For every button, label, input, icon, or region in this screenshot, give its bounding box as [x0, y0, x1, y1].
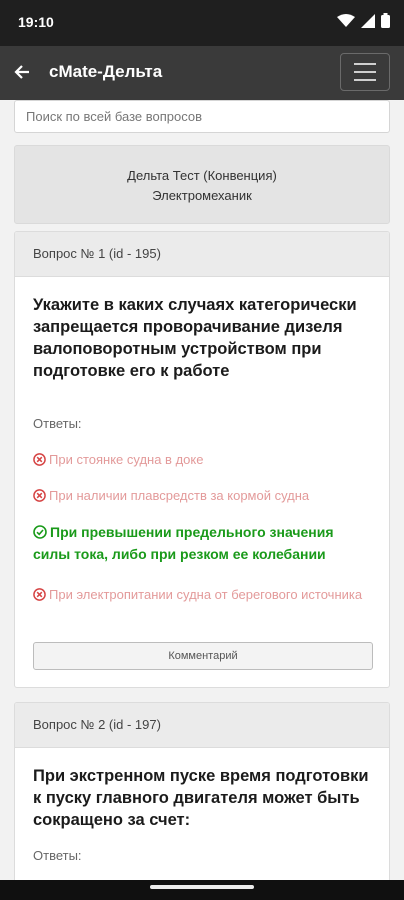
app-bar: cMate-Дельта — [0, 46, 404, 100]
signal-icon — [361, 13, 375, 28]
system-nav-bar — [0, 880, 404, 900]
status-time: 19:10 — [18, 14, 54, 30]
cross-circle-icon — [33, 453, 46, 466]
comment-button[interactable]: Комментарий — [33, 642, 373, 670]
status-icons — [337, 13, 390, 28]
question-card: Вопрос № 1 (id - 195) Укажите в каких сл… — [14, 231, 390, 688]
answer-text: При превышении предельного значения силы… — [33, 524, 334, 562]
cross-circle-icon — [33, 489, 46, 502]
app-title: cMate-Дельта — [49, 62, 163, 81]
menu-button[interactable] — [340, 53, 390, 91]
answer-item[interactable]: При стоянке судна в доке — [33, 449, 373, 471]
wifi-icon — [337, 13, 355, 27]
check-circle-icon — [33, 525, 47, 539]
answer-text: При наличии плавсредств за кормой судна — [49, 488, 310, 503]
question-text: При экстренном пуске время подготовки к … — [33, 767, 369, 829]
test-name: Дельта Тест (Конвенция) — [127, 168, 277, 183]
question-header: Вопрос № 2 (id - 197) — [15, 703, 389, 748]
cross-circle-icon — [33, 588, 46, 601]
search-input[interactable] — [14, 100, 390, 133]
answers-label: Ответы: — [33, 416, 82, 431]
answer-text: При стоянке судна в доке — [49, 452, 204, 467]
answer-text: При электропитании судна от берегового и… — [49, 587, 363, 602]
answer-item[interactable]: При наличии плавсредств за кормой судна — [33, 485, 373, 507]
answers-label: Ответы: — [33, 848, 82, 863]
home-gesture-handle[interactable] — [150, 885, 254, 889]
status-bar: 19:10 — [0, 0, 404, 46]
question-text: Укажите в каких случаях категорически за… — [33, 296, 357, 380]
back-button[interactable] — [8, 58, 36, 86]
battery-icon — [381, 13, 390, 28]
arrow-back-icon — [14, 65, 29, 79]
question-header: Вопрос № 1 (id - 195) — [15, 232, 389, 277]
test-profession: Электромеханик — [152, 188, 252, 203]
question-card: Вопрос № 2 (id - 197) При экстренном пус… — [14, 702, 390, 900]
answer-item[interactable]: При электропитании судна от берегового и… — [33, 584, 373, 606]
hamburger-icon — [354, 63, 376, 65]
test-info-card: Дельта Тест (Конвенция) Электромеханик — [14, 145, 390, 224]
answer-item-correct[interactable]: При превышении предельного значения силы… — [33, 521, 373, 565]
